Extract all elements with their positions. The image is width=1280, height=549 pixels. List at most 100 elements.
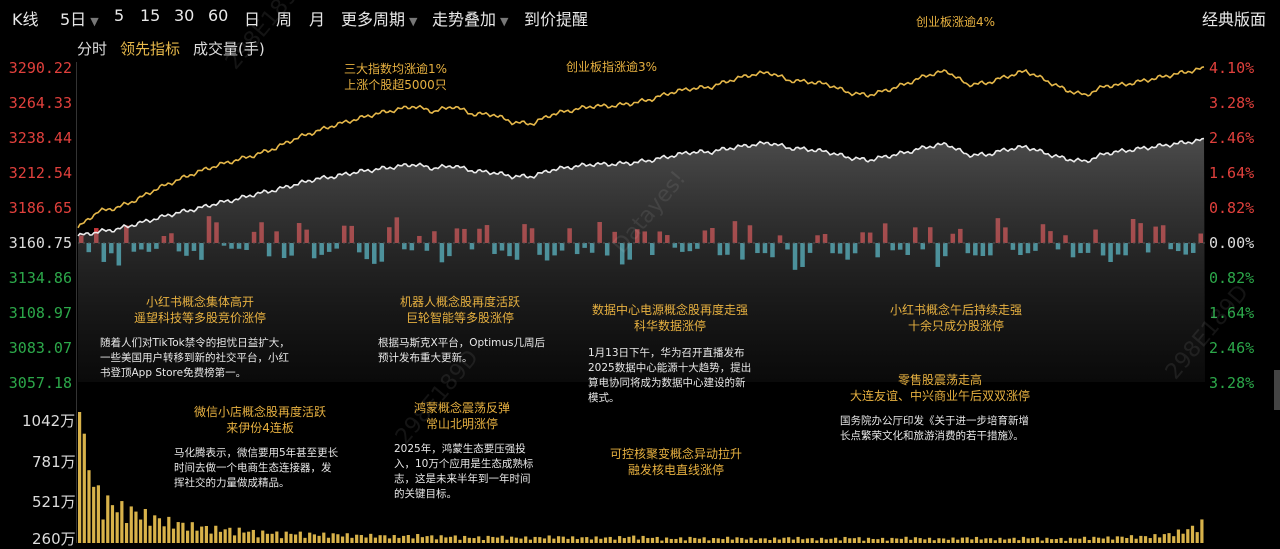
volume-bar <box>1106 536 1110 543</box>
volume-bar <box>834 537 838 543</box>
volume-bar <box>613 539 617 543</box>
volume-bar <box>406 535 410 543</box>
volume-bar <box>256 537 260 543</box>
volume-bar <box>594 536 598 543</box>
volume-bar <box>1082 536 1087 543</box>
annotation-text: 马化腾表示，微信要用5年甚至更长 时间去做一个电商生态连接器，发 挥社交的力量做… <box>174 446 338 491</box>
volume-bar <box>772 537 777 543</box>
volume-bar <box>265 533 270 543</box>
volume-bar <box>810 538 814 543</box>
volume-bar <box>1158 537 1162 543</box>
annotation-line: 2025数据中心能源十大趋势，提出 <box>588 362 752 374</box>
volume-bar <box>78 412 82 543</box>
volume-bar <box>251 529 255 543</box>
volume-bar <box>528 539 532 543</box>
volume-bar <box>960 537 965 543</box>
annotation-line: 常山北明涨停 <box>426 417 499 431</box>
annotation-title: 鸿蒙概念震荡反弹 常山北明涨停 <box>414 400 510 432</box>
volume-bar <box>988 538 993 543</box>
volume-bar <box>397 537 401 543</box>
scrollbar[interactable] <box>1274 370 1280 410</box>
volume-bar <box>824 539 828 543</box>
volume-bar <box>439 535 443 543</box>
volume-bar <box>148 525 152 543</box>
volume-bar <box>575 539 579 543</box>
volume-bar <box>1148 538 1152 543</box>
volume-bar <box>693 537 697 543</box>
volume-bar <box>1167 533 1171 543</box>
volume-bar <box>110 505 115 543</box>
volume-bar <box>880 537 885 543</box>
volume-bar <box>711 538 716 543</box>
annotation-line: 十余只成分股涨停 <box>908 319 1005 333</box>
annotation-text: 根据马斯克X平台，Optimus几周后 预计发布重大更新。 <box>378 336 545 366</box>
volume-bar <box>444 537 448 543</box>
volume-bar <box>1115 536 1119 543</box>
volume-bar <box>965 537 969 543</box>
volume-bar <box>805 538 810 543</box>
volume-bar <box>261 530 265 543</box>
annotation-title: 创业板涨逾4% <box>916 14 995 30</box>
volume-bar <box>589 539 594 543</box>
volume-bar <box>82 433 86 543</box>
volume-bar <box>279 538 284 543</box>
volume-bar <box>970 539 974 543</box>
annotation-text: 2025年，鸿蒙生态要压强投 入，10万个应用是生态成熟标 志，这是未来半年到一… <box>394 442 533 502</box>
volume-bar <box>124 523 129 543</box>
volume-bar <box>566 538 570 543</box>
volume-bar <box>514 537 518 543</box>
volume-bar <box>284 531 288 543</box>
volume-bar <box>1186 529 1190 543</box>
volume-bar <box>716 538 720 543</box>
volume-bar <box>857 537 861 543</box>
annotation-line: 小红书概念集体高开 <box>146 295 255 309</box>
volume-bar <box>510 536 514 543</box>
volume-bar <box>556 536 561 543</box>
volume-bar <box>204 525 208 543</box>
volume-bar <box>1162 534 1166 543</box>
volume-bar <box>430 535 434 543</box>
volume-bar <box>359 535 363 543</box>
volume-bar <box>655 536 659 543</box>
volume-bar <box>312 534 316 543</box>
annotation-text: 随着人们对TikTok禁令的担忧日益扩大， 一些美国用户转移到新的社交平台，小红… <box>100 336 290 381</box>
volume-bar <box>472 538 476 543</box>
volume-bar <box>87 470 91 543</box>
volume-bar <box>852 538 857 543</box>
volume-bar <box>143 508 147 543</box>
volume-bar <box>383 535 387 543</box>
volume-bar <box>599 538 603 543</box>
volume-bar <box>331 533 335 543</box>
volume-bar <box>200 526 204 543</box>
volume-bar <box>585 537 589 543</box>
volume-bar <box>636 539 640 543</box>
volume-bar <box>524 536 528 543</box>
annotation-line: 创业板指涨逾3% <box>566 60 658 74</box>
volume-bar <box>796 536 800 543</box>
annotation-line: 志，这是未来半年到一年时间 <box>394 473 531 485</box>
volume-bar <box>129 506 133 543</box>
volume-bar <box>1129 535 1134 543</box>
annotation-title: 三大指数均涨逾1% 上涨个股超5000只 <box>344 61 447 93</box>
volume-bar <box>674 538 678 543</box>
volume-bar <box>876 539 880 543</box>
volume-bar <box>500 535 504 543</box>
annotation-line: 融发核电直线涨停 <box>628 463 725 477</box>
volume-bar <box>829 538 833 543</box>
volume-bar <box>730 539 734 543</box>
annotation-line: 一些美国用户转移到新的社交平台，小红 <box>100 352 289 364</box>
volume-bar <box>411 538 415 543</box>
volume-bar <box>120 501 124 543</box>
volume-bar <box>1096 537 1101 543</box>
volume-bar <box>186 530 190 543</box>
volume-bar <box>923 539 927 543</box>
volume-bar <box>1054 539 1058 543</box>
volume-bar <box>1125 537 1129 543</box>
annotation-title: 可控核聚变概念异动拉升 融发核电直线涨停 <box>610 446 742 478</box>
volume-bar <box>373 537 378 543</box>
volume-bar <box>622 538 626 543</box>
volume-bar <box>1012 537 1016 543</box>
volume-bar <box>477 536 481 543</box>
volume-bar <box>218 531 223 543</box>
volume-bar <box>819 537 824 543</box>
